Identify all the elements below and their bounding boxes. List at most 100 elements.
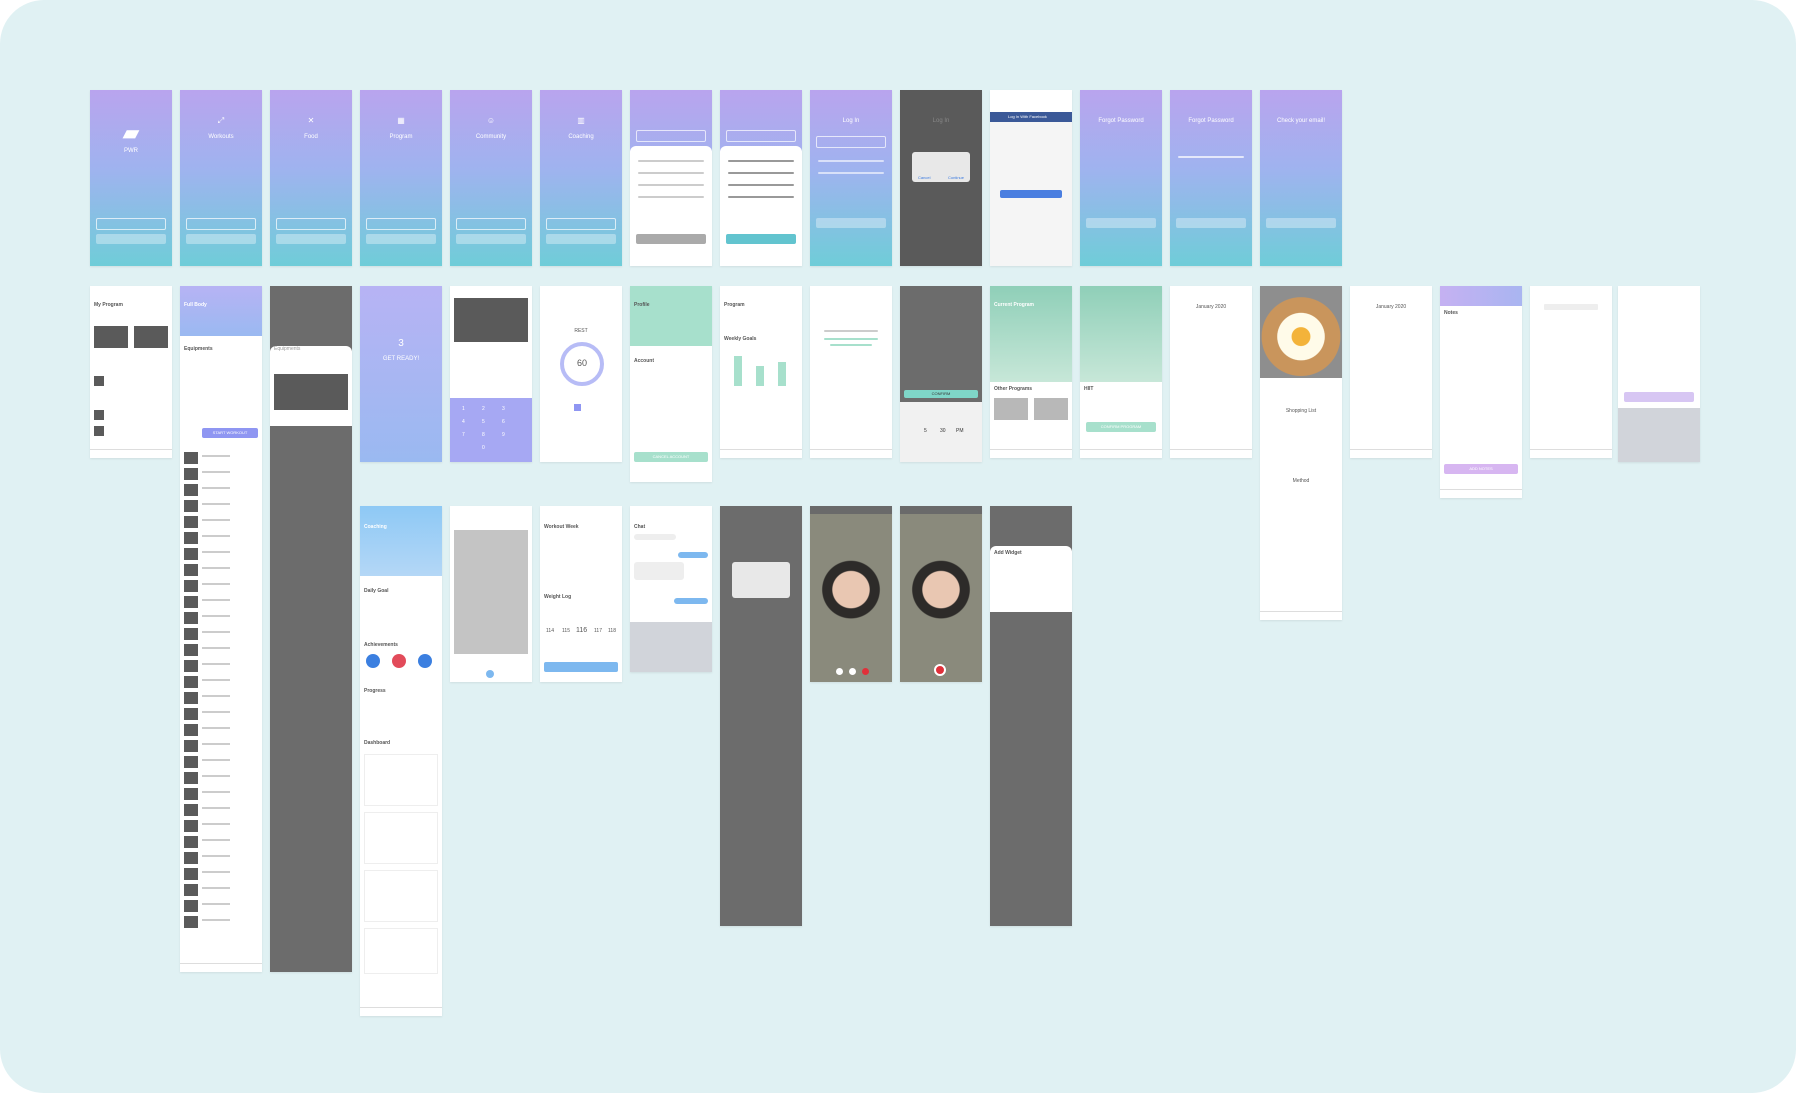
- tab-bar[interactable]: [1530, 449, 1612, 458]
- exercise-row[interactable]: [184, 500, 258, 512]
- screen-forgot-password[interactable]: Forgot Password: [1080, 90, 1162, 266]
- exercise-row[interactable]: [184, 708, 258, 720]
- time-picker-wheel[interactable]: 5 30 PM: [910, 428, 972, 438]
- exercise-row[interactable]: [184, 740, 258, 752]
- capture-button[interactable]: [486, 670, 494, 678]
- end-call-button[interactable]: [862, 668, 869, 675]
- search-input[interactable]: [1544, 304, 1598, 310]
- exercise-thumbnail[interactable]: [94, 410, 104, 420]
- screen-search-list[interactable]: [1530, 286, 1612, 458]
- tab-bar[interactable]: [810, 449, 892, 458]
- continue-button[interactable]: [1000, 190, 1062, 198]
- tab-bar[interactable]: [990, 449, 1072, 458]
- screen-community[interactable]: ☺ Community: [450, 90, 532, 266]
- screen-week-calendar[interactable]: January 2020: [1350, 286, 1432, 458]
- exercise-thumbnail[interactable]: [94, 376, 104, 386]
- facebook-login-button[interactable]: [816, 136, 886, 148]
- screen-video-record[interactable]: [900, 506, 982, 682]
- screen-check-email[interactable]: Check your email!: [1260, 90, 1342, 266]
- facebook-signup-button[interactable]: [546, 218, 616, 230]
- screen-coaching-alert[interactable]: [720, 506, 802, 926]
- exercise-row[interactable]: [184, 916, 258, 928]
- screen-photo-placeholder[interactable]: [450, 506, 532, 682]
- exercise-row[interactable]: [184, 612, 258, 624]
- screen-splash[interactable]: ▰ PWR: [90, 90, 172, 266]
- exercise-row[interactable]: [184, 852, 258, 864]
- screen-video-call[interactable]: [810, 506, 892, 682]
- screen-my-program[interactable]: My Program: [90, 286, 172, 458]
- screen-current-program[interactable]: Current Program Other Programs: [990, 286, 1072, 458]
- keypad-key[interactable]: 9: [502, 432, 505, 438]
- cancel-account-button[interactable]: CANCEL ACCOUNT: [634, 452, 708, 462]
- screen-calendar[interactable]: January 2020: [1170, 286, 1252, 458]
- screen-notes[interactable]: Notes ADD NOTES: [1440, 286, 1522, 498]
- tab-bar[interactable]: [1170, 449, 1252, 458]
- screen-chat[interactable]: Chat: [630, 506, 712, 672]
- screen-full-body[interactable]: Full Body Equipments START WORKOUT: [180, 286, 262, 972]
- facebook-signup-button[interactable]: [276, 218, 346, 230]
- screen-add-widget[interactable]: Add Widget: [990, 506, 1072, 926]
- exercise-row[interactable]: [184, 868, 258, 880]
- exercise-row[interactable]: [184, 836, 258, 848]
- exercise-row[interactable]: [184, 724, 258, 736]
- ios-keyboard[interactable]: [1618, 408, 1700, 462]
- exercise-row[interactable]: [184, 580, 258, 592]
- exercise-thumbnail[interactable]: [94, 426, 104, 436]
- tab-bar[interactable]: [1260, 611, 1342, 620]
- submit-button[interactable]: [544, 662, 618, 672]
- keypad-key[interactable]: 3: [502, 406, 505, 412]
- exercise-row[interactable]: [184, 676, 258, 688]
- workout-thumbnail[interactable]: [94, 326, 128, 348]
- signup-button[interactable]: [96, 234, 166, 244]
- screen-rest[interactable]: REST 60: [540, 286, 622, 462]
- open-mail-app-button[interactable]: [1266, 218, 1336, 228]
- program-thumbnail[interactable]: [1034, 398, 1068, 420]
- send-email-button[interactable]: [1086, 218, 1156, 228]
- facebook-signup-button[interactable]: [456, 218, 526, 230]
- screen-signup-filled[interactable]: [720, 90, 802, 266]
- exercise-row[interactable]: [184, 452, 258, 464]
- keypad-key[interactable]: 6: [502, 419, 505, 425]
- achievement-badge[interactable]: [418, 654, 432, 668]
- exercise-row[interactable]: [184, 820, 258, 832]
- save-button[interactable]: [1624, 392, 1694, 402]
- screen-program-goals[interactable]: Program Weekly Goals: [720, 286, 802, 458]
- exercise-row[interactable]: [184, 884, 258, 896]
- ios-keyboard[interactable]: [630, 622, 712, 672]
- confirm-program-button[interactable]: CONFIRM PROGRAM: [1086, 422, 1156, 432]
- exercise-video[interactable]: [454, 298, 528, 342]
- tab-bar[interactable]: [1350, 449, 1432, 458]
- camera-button[interactable]: [849, 668, 856, 675]
- workout-thumbnail[interactable]: [134, 326, 168, 348]
- signup-button[interactable]: [726, 234, 796, 244]
- tab-bar[interactable]: [1080, 449, 1162, 458]
- screen-food[interactable]: ✕ Food: [270, 90, 352, 266]
- facebook-signup-button[interactable]: [726, 130, 796, 142]
- keypad-key[interactable]: 1: [462, 406, 465, 412]
- mute-button[interactable]: [836, 668, 843, 675]
- start-workout-button[interactable]: START WORKOUT: [202, 428, 258, 438]
- exercise-row[interactable]: [184, 516, 258, 528]
- tab-bar[interactable]: [180, 963, 262, 972]
- exercise-row[interactable]: [184, 788, 258, 800]
- exercise-row[interactable]: [184, 900, 258, 912]
- exercise-row[interactable]: [184, 756, 258, 768]
- confirm-button[interactable]: CONFIRM: [904, 390, 978, 398]
- facebook-signup-button[interactable]: [186, 218, 256, 230]
- facebook-signup-button[interactable]: [366, 218, 436, 230]
- screen-reminder[interactable]: [810, 286, 892, 458]
- signup-button[interactable]: [636, 234, 706, 244]
- screen-hiit[interactable]: HIIT CONFIRM PROGRAM: [1080, 286, 1162, 458]
- screen-get-ready[interactable]: 3 GET READY!: [360, 286, 442, 462]
- keypad-key[interactable]: 4: [462, 419, 465, 425]
- exercise-row[interactable]: [184, 772, 258, 784]
- screen-coaching[interactable]: Coaching Daily Goal Achievements Progres…: [360, 506, 442, 1016]
- add-notes-button[interactable]: ADD NOTES: [1444, 464, 1518, 474]
- screen-profile[interactable]: Profile Account CANCEL ACCOUNT: [630, 286, 712, 482]
- screen-workouts[interactable]: ⤢ Workouts: [180, 90, 262, 266]
- screen-recipe[interactable]: Shopping List Method: [1260, 286, 1342, 620]
- tab-bar[interactable]: [720, 449, 802, 458]
- exercise-row[interactable]: [184, 644, 258, 656]
- screen-login-dialog[interactable]: Log In Cancel Continue: [900, 90, 982, 266]
- weight-picker[interactable]: 114 115 116 117 118: [544, 627, 618, 638]
